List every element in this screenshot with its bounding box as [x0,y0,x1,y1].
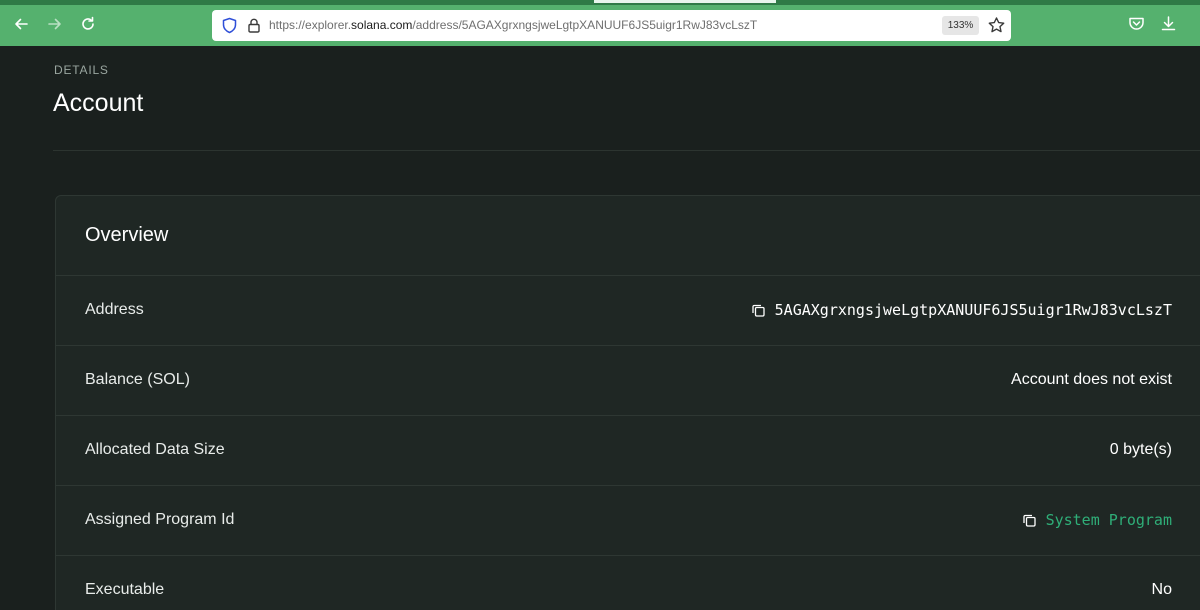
zoom-indicator[interactable]: 133% [942,16,979,35]
page-content: DETAILS Account Overview Address 5AGAXgr… [0,46,1200,610]
reload-icon [82,16,94,30]
pocket-icon[interactable] [1127,14,1146,33]
table-row-data-size: Allocated Data Size 0 byte(s) [56,416,1200,486]
row-value: 5AGAXgrxngsjweLgtpXANUUF6JS5uigr1RwJ83vc… [751,301,1172,319]
row-label: Address [85,301,144,318]
program-id-value[interactable]: System Program [1022,511,1172,529]
row-label: Executable [85,581,165,598]
overview-title: Overview [85,224,169,246]
reload-button[interactable] [76,12,100,36]
copy-icon[interactable] [1022,513,1037,528]
page-title: Account [53,89,144,117]
arrow-right-icon [48,18,61,30]
overview-card: Overview Address 5AGAXgrxngsjweLgtpXANUU… [55,195,1200,610]
row-label: Balance (SOL) [85,371,190,388]
download-icon[interactable] [1159,14,1178,33]
forward-button[interactable] [43,12,67,36]
overview-card-header: Overview [56,196,1200,276]
balance-value: Account does not exist [1011,371,1172,388]
shield-icon[interactable] [221,17,238,34]
tab-strip [0,0,1200,5]
table-row-executable: Executable No [56,556,1200,610]
table-row-address: Address 5AGAXgrxngsjweLgtpXANUUF6JS5uigr… [56,276,1200,346]
url-host: solana.com [351,18,413,32]
star-icon[interactable] [987,16,1006,35]
row-label: Assigned Program Id [85,511,235,528]
copy-icon[interactable] [751,303,766,318]
data-size-value: 0 byte(s) [1109,441,1172,458]
active-tab-indicator[interactable] [594,0,776,3]
url-text[interactable]: https://explorer.solana.com/address/5AGA… [269,18,757,32]
row-label: Allocated Data Size [85,441,225,458]
header-divider [53,150,1200,151]
page-pretitle: DETAILS [54,63,109,77]
lock-icon[interactable] [246,17,262,34]
table-row-balance: Balance (SOL) Account does not exist [56,346,1200,416]
system-program-link[interactable]: System Program [1046,511,1172,529]
address-value: 5AGAXgrxngsjweLgtpXANUUF6JS5uigr1RwJ83vc… [774,301,1172,319]
executable-value: No [1151,581,1172,598]
back-button[interactable] [9,12,33,36]
url-bar[interactable]: https://explorer.solana.com/address/5AGA… [212,10,1011,41]
arrow-left-icon [15,18,28,30]
browser-toolbar: https://explorer.solana.com/address/5AGA… [0,0,1200,46]
table-row-program-id: Assigned Program Id System Program [56,486,1200,556]
